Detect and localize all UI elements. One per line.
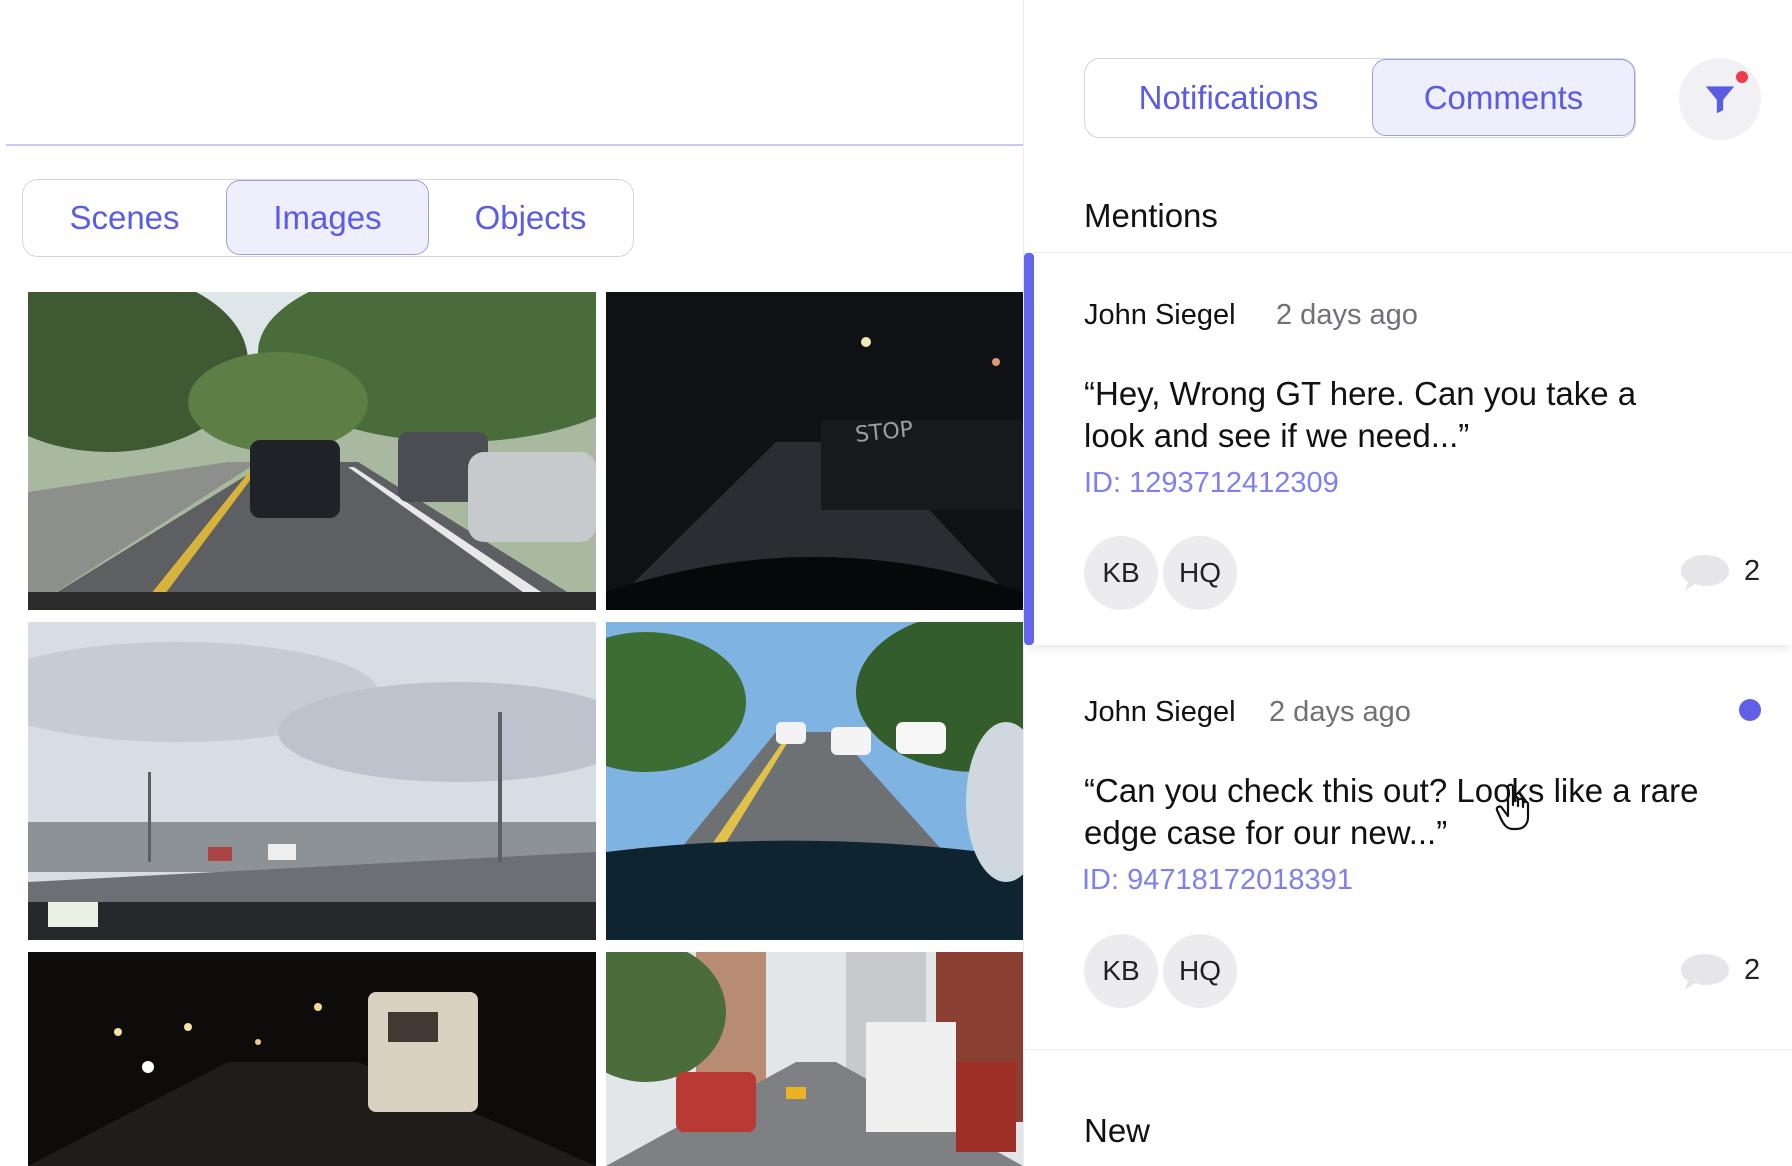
tab-notifications[interactable]: Notifications bbox=[1085, 59, 1372, 136]
tab-images[interactable]: Images bbox=[226, 180, 429, 255]
comment-id-link[interactable]: ID: 1293712412309 bbox=[1084, 467, 1339, 500]
reply-count: 2 bbox=[1744, 555, 1761, 587]
view-tabs: Scenes Images Objects bbox=[22, 179, 634, 257]
comment-card[interactable]: John Siegel 2 days ago “Can you check th… bbox=[1024, 652, 1792, 1050]
image-thumbnail[interactable] bbox=[606, 952, 1023, 1166]
avatar: HQ bbox=[1163, 536, 1237, 610]
sunny-highway-photo bbox=[606, 622, 1023, 940]
panel-tabs: Notifications Comments bbox=[1084, 58, 1636, 138]
unread-indicator bbox=[1739, 699, 1761, 721]
comment-time: 2 days ago bbox=[1269, 696, 1411, 728]
city-street-photo bbox=[606, 952, 1023, 1166]
image-thumbnail[interactable] bbox=[28, 292, 596, 610]
comment-time: 2 days ago bbox=[1276, 299, 1418, 331]
avatar: HQ bbox=[1163, 934, 1237, 1008]
selected-indicator bbox=[1024, 253, 1034, 645]
comment-bubble-icon bbox=[1681, 954, 1729, 990]
comment-text: “Can you check this out? Looks like a ra… bbox=[1084, 772, 1699, 851]
image-browser: Scenes Images Objects STOP bbox=[0, 0, 1023, 1166]
highway-photo bbox=[28, 622, 596, 940]
night-truck-photo bbox=[28, 952, 596, 1166]
mentions-heading: Mentions bbox=[1084, 197, 1218, 234]
image-thumbnail[interactable] bbox=[606, 622, 1023, 940]
filter-button[interactable] bbox=[1679, 58, 1761, 140]
comment-author: John Siegel bbox=[1084, 696, 1236, 728]
tab-objects[interactable]: Objects bbox=[429, 180, 632, 255]
new-heading: New bbox=[1084, 1112, 1151, 1149]
comments-panel: Notifications Comments Mentions John Sie… bbox=[1023, 0, 1792, 1166]
comment-text: “Hey, Wrong GT here. Can you take a look… bbox=[1084, 375, 1637, 454]
image-thumbnail[interactable] bbox=[28, 622, 596, 940]
comment-author: John Siegel bbox=[1084, 299, 1236, 331]
header-divider bbox=[6, 144, 1023, 146]
tab-scenes[interactable]: Scenes bbox=[23, 180, 226, 255]
image-thumbnail[interactable]: STOP bbox=[606, 292, 1023, 610]
comment-card[interactable]: John Siegel 2 days ago “Hey, Wrong GT he… bbox=[1024, 253, 1792, 831]
avatar: KB bbox=[1084, 536, 1158, 610]
comment-bubble-icon bbox=[1681, 555, 1729, 591]
filter-badge bbox=[1736, 71, 1748, 83]
tab-comments[interactable]: Comments bbox=[1372, 59, 1635, 136]
comment-id-link[interactable]: ID: 94718172018391 bbox=[1082, 864, 1353, 897]
filter-icon bbox=[1705, 86, 1735, 114]
reply-count: 2 bbox=[1744, 954, 1761, 986]
avatar: KB bbox=[1084, 934, 1158, 1008]
image-grid: STOP bbox=[28, 292, 1023, 1166]
street-photo bbox=[28, 292, 596, 610]
image-thumbnail[interactable] bbox=[28, 952, 596, 1166]
night-street-photo: STOP bbox=[606, 292, 1023, 610]
